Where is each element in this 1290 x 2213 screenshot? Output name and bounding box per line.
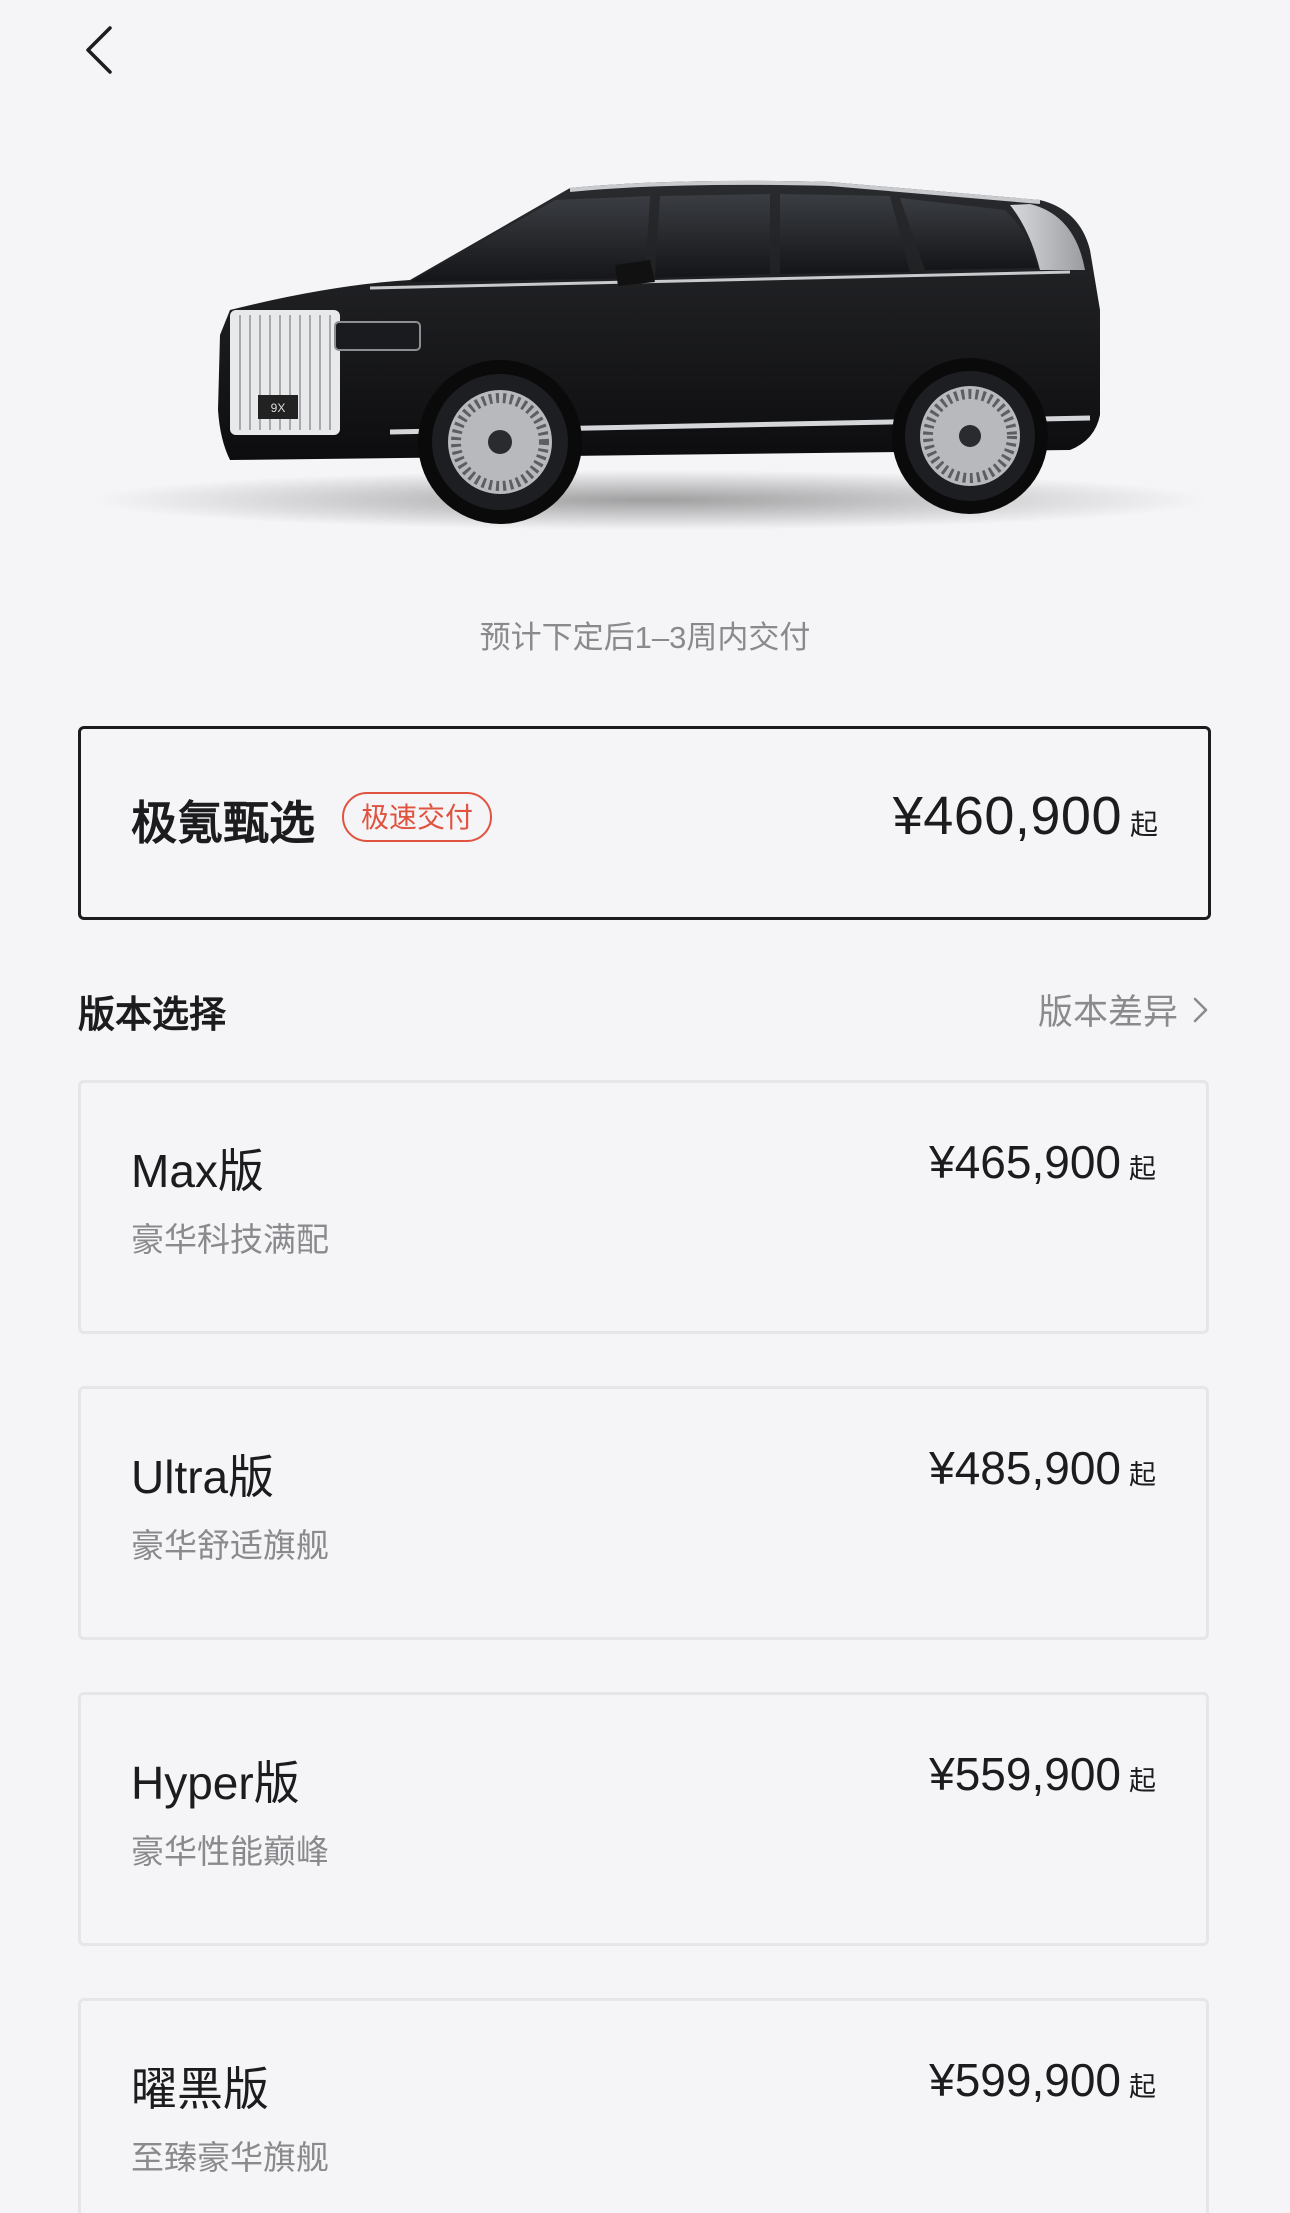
version-price-suffix: 起 — [1129, 1460, 1156, 1490]
car-image: 9X — [70, 160, 1220, 570]
version-price-value: ¥559,900 — [929, 1748, 1121, 1800]
featured-price: ¥460,900 起 — [893, 785, 1158, 847]
version-desc: 豪华性能巅峰 — [131, 1833, 329, 1870]
featured-title: 极氪甄选 — [131, 797, 315, 849]
version-compare-label: 版本差异 — [1037, 993, 1178, 1032]
version-card-hyper[interactable]: Hyper版 豪华性能巅峰 ¥559,900 起 — [78, 1692, 1209, 1946]
fast-delivery-badge: 极速交付 — [342, 792, 493, 842]
version-card-obsidian[interactable]: 曜黑版 至臻豪华旗舰 ¥599,900 起 — [78, 1998, 1209, 2213]
version-price-suffix: 起 — [1129, 1766, 1156, 1796]
featured-price-value: ¥460,900 — [892, 786, 1122, 846]
version-name: Max版 — [131, 1145, 264, 1197]
version-price: ¥599,900 起 — [929, 2053, 1156, 2107]
version-desc: 豪华舒适旗舰 — [131, 1527, 329, 1564]
version-card-ultra[interactable]: Ultra版 豪华舒适旗舰 ¥485,900 起 — [78, 1386, 1209, 1640]
version-price-value: ¥465,900 — [929, 1136, 1121, 1188]
version-desc: 至臻豪华旗舰 — [131, 2139, 329, 2176]
version-name: Hyper版 — [131, 1757, 300, 1809]
delivery-estimate: 预计下定后1–3周内交付 — [479, 620, 811, 655]
version-price-suffix: 起 — [1129, 2072, 1156, 2102]
chevron-left-icon — [86, 26, 112, 74]
version-price: ¥465,900 起 — [929, 1135, 1156, 1189]
featured-price-suffix: 起 — [1129, 809, 1158, 840]
version-price-suffix: 起 — [1129, 1154, 1156, 1184]
version-price: ¥559,900 起 — [929, 1747, 1156, 1801]
version-compare-link[interactable]: 版本差异 — [1038, 984, 1210, 1035]
chevron-right-icon — [1193, 997, 1208, 1022]
version-price-value: ¥599,900 — [929, 2054, 1121, 2106]
version-name: 曜黑版 — [131, 2063, 269, 2115]
version-card-max[interactable]: Max版 豪华科技满配 ¥465,900 起 — [78, 1080, 1209, 1334]
version-price-value: ¥485,900 — [929, 1442, 1121, 1494]
version-price: ¥485,900 起 — [929, 1441, 1156, 1495]
version-name: Ultra版 — [131, 1451, 275, 1503]
version-desc: 豪华科技满配 — [131, 1221, 329, 1258]
featured-selection-card[interactable]: 极氪甄选 极速交付 ¥460,900 起 — [78, 726, 1211, 920]
license-plate: 9X — [271, 401, 286, 415]
back-button[interactable] — [72, 22, 128, 78]
version-section-title: 版本选择 — [78, 994, 226, 1035]
